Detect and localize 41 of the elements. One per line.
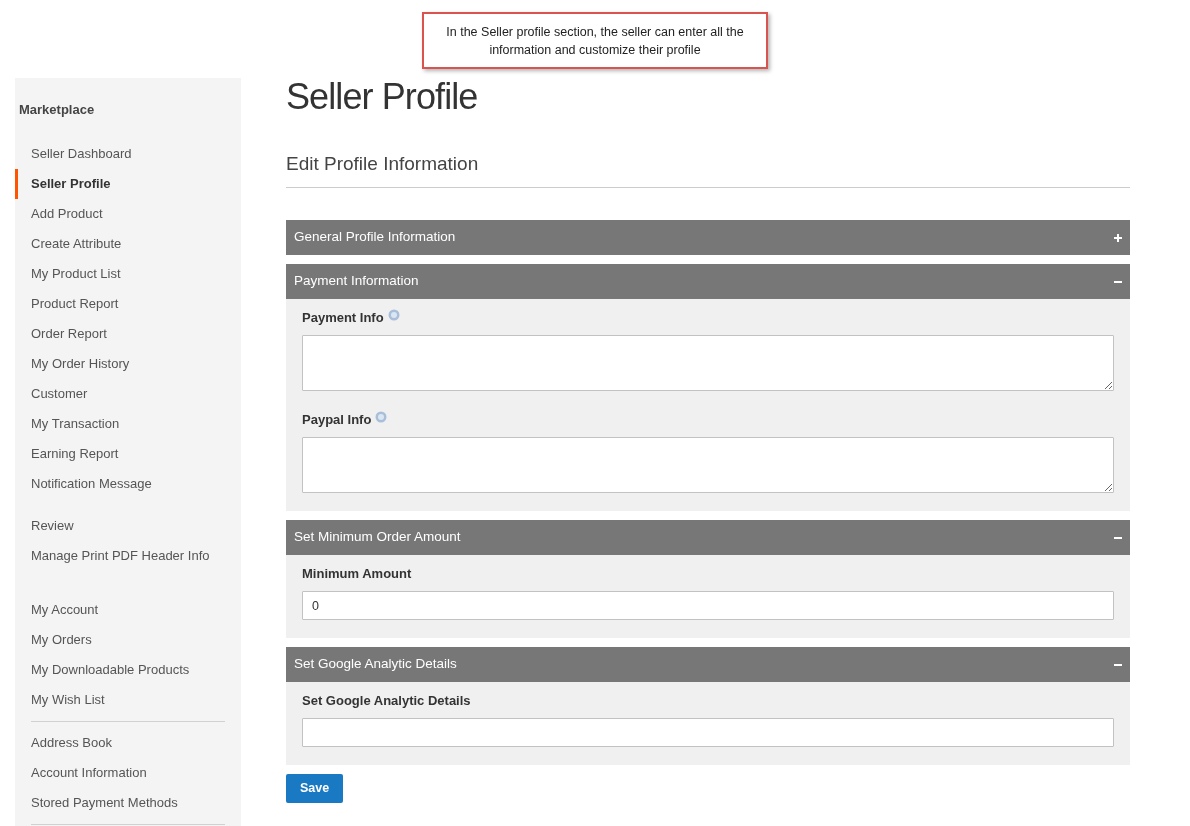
section-header[interactable]: General Profile Information — [286, 220, 1130, 255]
sidebar-item[interactable]: Customer — [15, 379, 241, 409]
sidebar-title: Marketplace — [18, 101, 96, 119]
sidebar-item[interactable]: My Account — [15, 595, 241, 625]
text-area[interactable] — [302, 437, 1114, 493]
section-heading: Edit Profile Information — [286, 152, 480, 176]
sidebar-item[interactable]: Address Book — [15, 728, 241, 758]
sidebar-item[interactable]: Seller Dashboard — [15, 139, 241, 169]
sidebar-item[interactable]: My Order History — [15, 349, 241, 379]
sidebar-item[interactable]: My Transaction — [15, 409, 241, 439]
sidebar-item[interactable]: Review — [15, 511, 241, 541]
sidebar-item[interactable]: Add Product — [15, 199, 241, 229]
input-field[interactable] — [302, 718, 1114, 747]
sidebar-item[interactable]: Create Attribute — [15, 229, 241, 259]
sidebar-item[interactable]: Product Report — [15, 289, 241, 319]
help-icon[interactable] — [387, 309, 400, 321]
sidebar-item[interactable]: Stored Payment Methods — [15, 788, 241, 818]
page-title: Seller Profile — [286, 75, 479, 119]
save-button[interactable]: Save — [286, 774, 343, 803]
section-header[interactable]: Set Minimum Order Amount — [286, 520, 1130, 555]
plus-icon — [1114, 233, 1122, 242]
field-label: Set Google Analytic Details — [302, 692, 471, 711]
sidebar-item[interactable]: Notification Message — [15, 469, 241, 499]
sidebar-item[interactable]: Seller Profile — [15, 169, 241, 199]
callout: In the Seller profile section, the seller can enter all the information and customize their profile — [422, 12, 768, 69]
text-area[interactable] — [302, 335, 1114, 391]
sidebar-item[interactable]: My Orders — [15, 625, 241, 655]
sidebar-item[interactable]: My Product List — [15, 259, 241, 289]
sidebar-item[interactable]: My Downloadable Products — [15, 655, 241, 685]
section-header[interactable]: Set Google Analytic Details — [286, 647, 1130, 682]
sidebar-item[interactable]: My Wish List — [15, 685, 241, 715]
sidebar-item[interactable]: Account Information — [15, 758, 241, 788]
sidebar-item[interactable]: Order Report — [15, 319, 241, 349]
sidebar-item[interactable]: Earning Report — [15, 439, 241, 469]
sidebar-item[interactable]: Manage Print PDF Header Info — [15, 541, 241, 571]
field-label: Minimum Amount — [302, 565, 412, 584]
section-header[interactable]: Payment Information — [286, 264, 1130, 299]
input-field[interactable]: 0 — [302, 591, 1114, 620]
field-label: Payment Info — [302, 309, 384, 328]
field-label: Paypal Info — [302, 411, 372, 430]
help-icon[interactable] — [375, 411, 388, 423]
